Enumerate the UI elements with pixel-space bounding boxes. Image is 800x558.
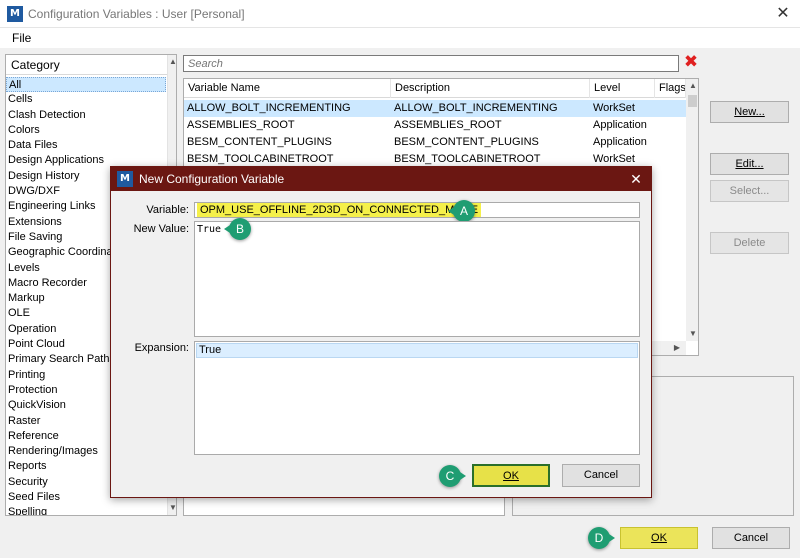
callout-b-badge: B <box>224 218 251 240</box>
callout-a-badge: A <box>448 200 475 222</box>
category-item[interactable]: All <box>6 77 166 93</box>
expansion-label: Expansion: <box>134 342 189 354</box>
table-row[interactable]: ALLOW_BOLT_INCREMENTING ALLOW_BOLT_INCREM… <box>184 100 686 117</box>
edit-button-label: Edit... <box>735 158 764 170</box>
callout-d-badge: D <box>588 527 615 549</box>
scroll-down-icon[interactable]: ▼ <box>688 327 698 341</box>
scroll-thumb[interactable] <box>688 95 697 107</box>
variable-input[interactable]: OPM_USE_OFFLINE_2D3D_ON_CONNECTED_MODE <box>194 202 640 218</box>
cell-level: Application <box>593 136 647 148</box>
expansion-value: True <box>196 343 638 358</box>
table-header: Variable Name Description Level Flags <box>184 79 686 98</box>
column-header-variable-name[interactable]: Variable Name <box>184 79 391 98</box>
app-logo-icon: M <box>117 171 133 187</box>
cell-level: Application <box>593 119 647 131</box>
new-value-text: True <box>197 224 222 235</box>
variable-label: Variable: <box>146 204 189 216</box>
category-item[interactable]: Clash Detection <box>6 108 166 123</box>
category-item[interactable]: Colors <box>6 123 166 138</box>
cell-level: WorkSet <box>593 102 635 114</box>
new-button[interactable]: New... <box>710 101 789 123</box>
cancel-button[interactable]: Cancel <box>712 527 790 549</box>
callout-c-badge: C <box>439 465 466 487</box>
new-value-textarea[interactable]: True <box>194 221 640 337</box>
dialog-titlebar: M New Configuration Variable ✕ <box>111 167 651 191</box>
select-button-label: Select... <box>729 185 770 197</box>
search-input[interactable] <box>183 55 679 72</box>
cell-description: BESM_CONTENT_PLUGINS <box>394 136 539 148</box>
category-header[interactable]: Category <box>6 55 168 75</box>
delete-button-label: Delete <box>733 237 766 249</box>
dialog-title: New Configuration Variable <box>139 172 285 186</box>
menu-file[interactable]: File <box>12 31 31 45</box>
cell-variable-name: ASSEMBLIES_ROOT <box>187 119 295 131</box>
ok-button[interactable]: OK <box>620 527 698 549</box>
dialog-ok-label: OK <box>503 470 519 482</box>
table-vertical-scrollbar[interactable]: ▲ ▼ <box>686 79 698 341</box>
ok-button-label: OK <box>651 532 667 544</box>
dialog-cancel-button[interactable]: Cancel <box>562 464 640 487</box>
expansion-field[interactable]: True <box>194 341 640 455</box>
table-row[interactable]: BESM_CONTENT_PLUGINS BESM_CONTENT_PLUGINS… <box>184 134 686 151</box>
scroll-up-icon[interactable]: ▲ <box>168 55 176 69</box>
cell-variable-name: ALLOW_BOLT_INCREMENTING <box>187 102 351 114</box>
menu-bar: File <box>0 28 800 48</box>
category-item[interactable]: Spelling <box>6 505 166 515</box>
close-icon[interactable]: ✕ <box>625 169 647 189</box>
new-config-variable-dialog: M New Configuration Variable ✕ Variable:… <box>110 166 652 498</box>
cell-variable-name: BESM_CONTENT_PLUGINS <box>187 136 332 148</box>
clear-search-icon[interactable]: ✖ <box>683 53 699 71</box>
category-item[interactable]: Cells <box>6 92 166 107</box>
window-titlebar: M Configuration Variables : User [Person… <box>0 0 800 28</box>
window-title: Configuration Variables : User [Personal… <box>28 7 245 21</box>
column-header-flags[interactable]: Flags <box>655 79 686 98</box>
menu-file-label: File <box>12 31 32 45</box>
column-header-level[interactable]: Level <box>590 79 655 98</box>
app-logo-icon: M <box>7 6 23 22</box>
cancel-button-label: Cancel <box>733 532 769 544</box>
edit-button[interactable]: Edit... <box>710 153 789 175</box>
new-button-label: New... <box>734 106 765 118</box>
cell-description: ASSEMBLIES_ROOT <box>394 119 502 131</box>
cell-description: ALLOW_BOLT_INCREMENTING <box>394 102 558 114</box>
category-item[interactable]: Data Files <box>6 138 166 153</box>
scroll-down-icon[interactable]: ▼ <box>168 501 176 515</box>
column-header-description[interactable]: Description <box>391 79 590 98</box>
scroll-right-icon[interactable]: ▶ <box>672 341 682 355</box>
dialog-ok-button[interactable]: OK <box>472 464 550 487</box>
scroll-up-icon[interactable]: ▲ <box>688 79 698 93</box>
variable-value: OPM_USE_OFFLINE_2D3D_ON_CONNECTED_MODE <box>197 203 482 217</box>
table-row[interactable]: ASSEMBLIES_ROOT ASSEMBLIES_ROOT Applicatio… <box>184 117 686 134</box>
dialog-cancel-label: Cancel <box>583 469 619 481</box>
select-button[interactable]: Select... <box>710 180 789 202</box>
close-icon[interactable]: ✕ <box>770 3 796 25</box>
new-value-label: New Value: <box>133 223 189 235</box>
delete-button[interactable]: Delete <box>710 232 789 254</box>
